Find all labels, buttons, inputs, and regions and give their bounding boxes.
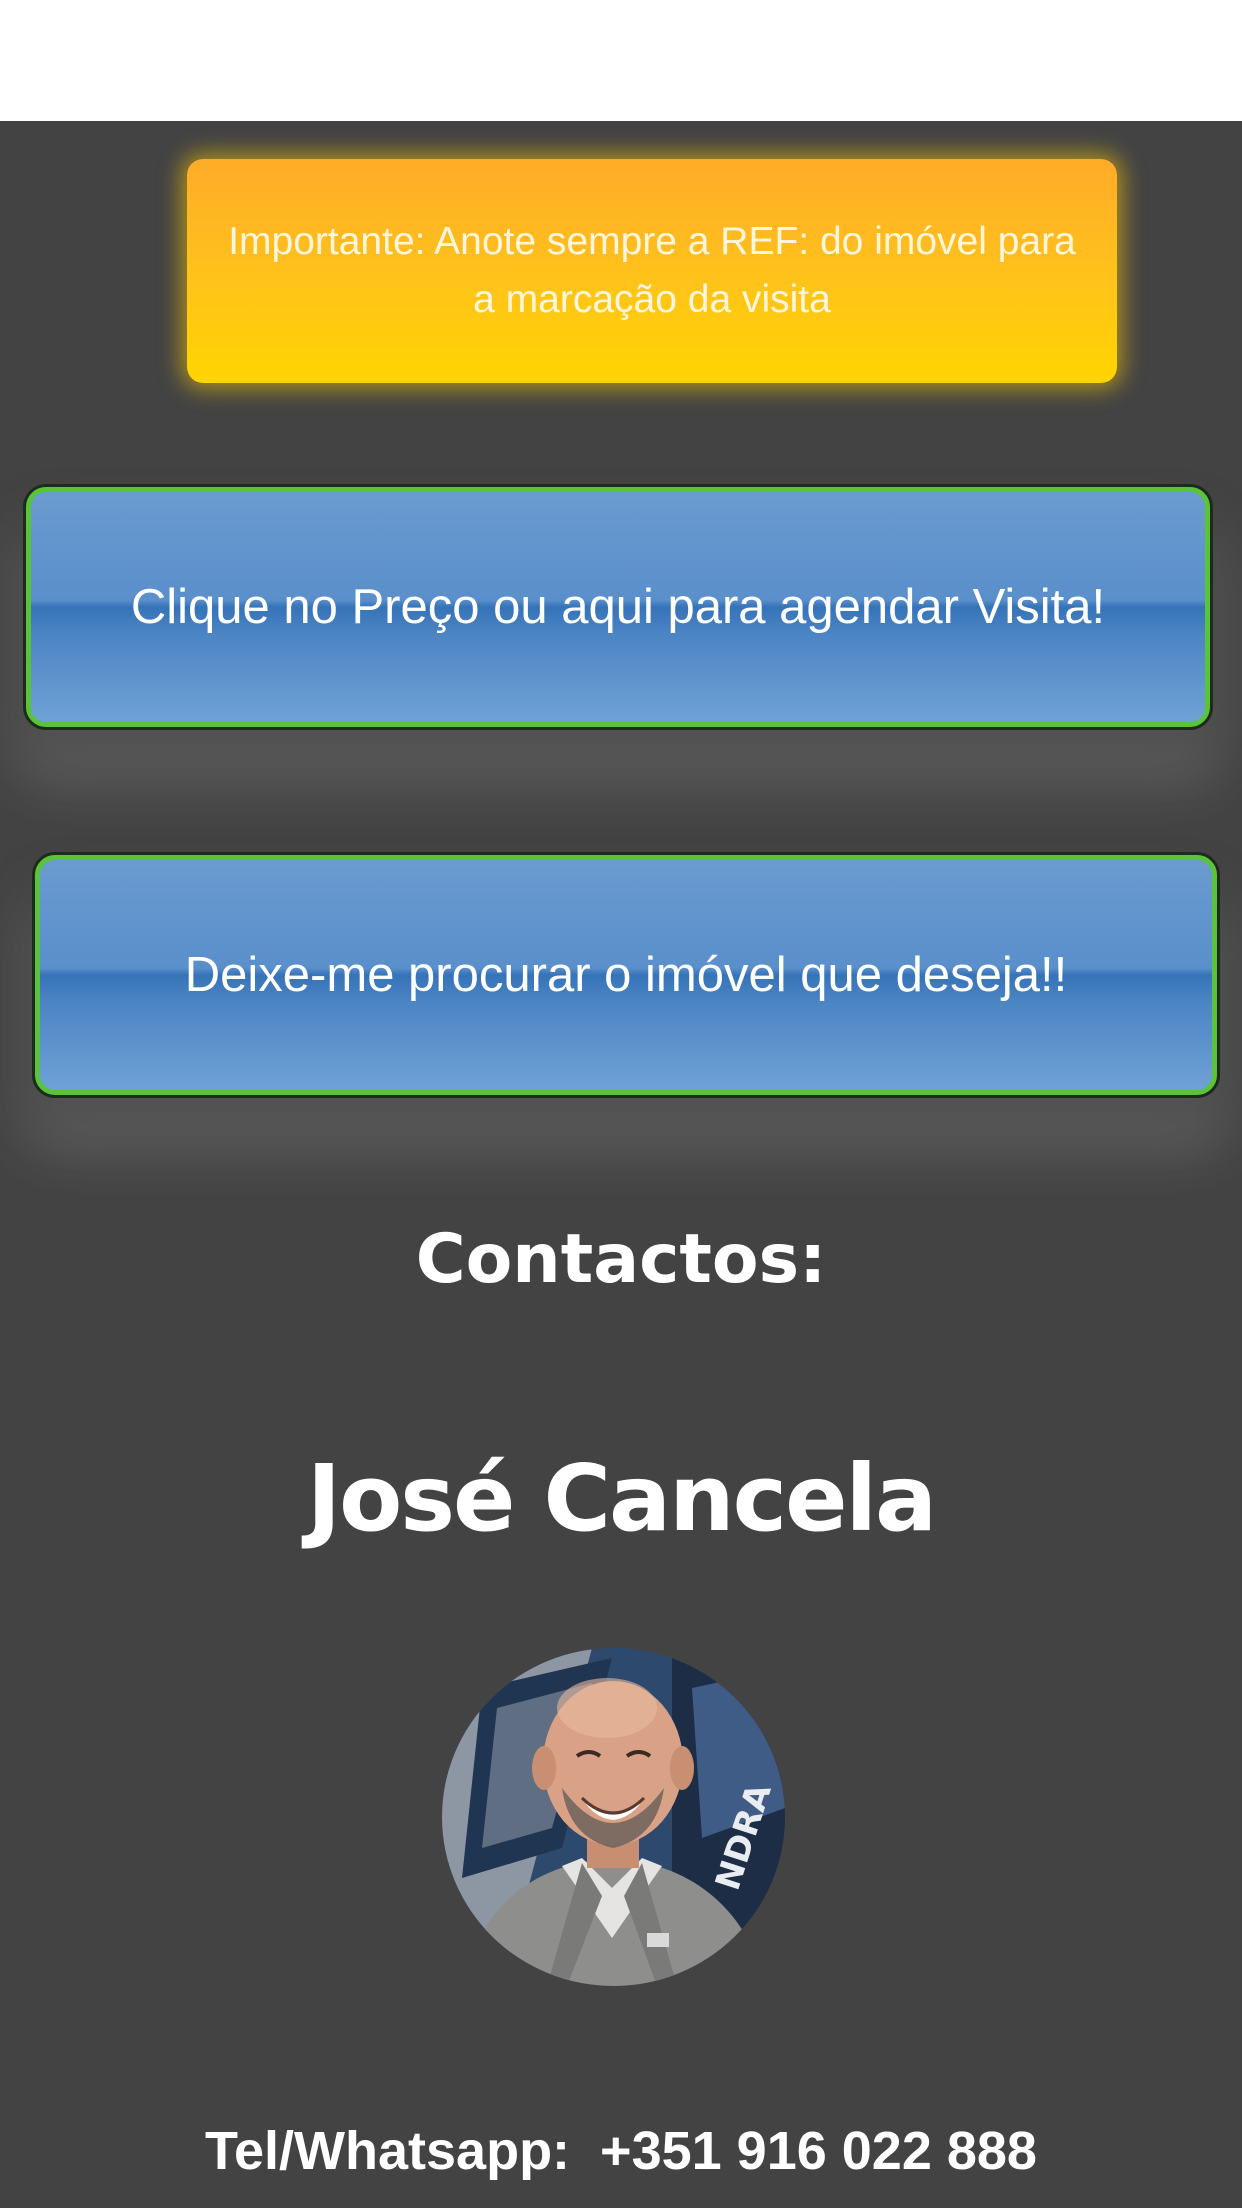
schedule-visit-button[interactable]: Clique no Preço ou aqui para agendar Vis… [26, 487, 1210, 727]
contact-name: José Cancela [306, 1445, 937, 1552]
contacts-heading: Contactos: [415, 1220, 827, 1299]
top-blank-area [0, 0, 1242, 121]
schedule-visit-label: Clique no Preço ou aqui para agendar Vis… [130, 580, 1106, 634]
phone-contact[interactable]: Tel/Whatsapp: +351 916 022 888 [0, 2120, 1242, 2182]
search-property-label: Deixe-me procurar o imóvel que deseja!! [184, 948, 1068, 1002]
ref-notice-banner: Importante: Anote sempre a REF: do imóve… [187, 159, 1117, 383]
search-property-button[interactable]: Deixe-me procurar o imóvel que deseja!! [35, 855, 1217, 1095]
avatar-photo: NDRA [442, 1648, 785, 1986]
ref-notice-text: Importante: Anote sempre a REF: do imóve… [228, 220, 1076, 321]
avatar: NDRA [442, 1648, 785, 1986]
